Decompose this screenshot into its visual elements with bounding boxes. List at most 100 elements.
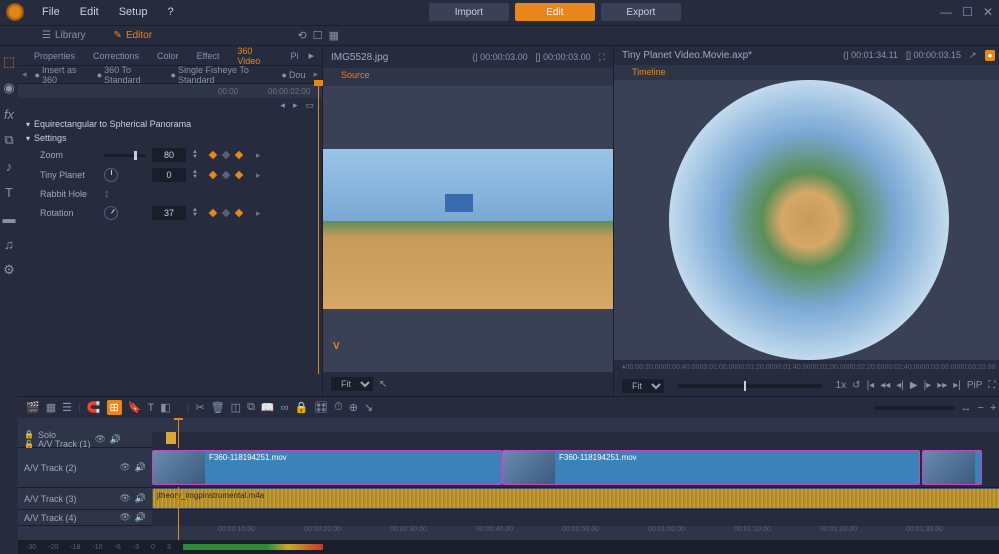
tl-clapper-icon[interactable]: 🎬: [26, 401, 40, 414]
tool-render-icon[interactable]: ▬: [0, 210, 18, 226]
sub-fisheye[interactable]: ●Single Fisheye To Standard: [167, 65, 274, 85]
kf-dot-icon[interactable]: [235, 171, 243, 179]
tl-arrow-icon[interactable]: ↘: [364, 401, 373, 414]
panel-icon[interactable]: ▦: [329, 29, 339, 42]
source-fit-select[interactable]: Fit: [331, 377, 373, 391]
tl-book-icon[interactable]: 📖: [261, 401, 275, 414]
menu-file[interactable]: File: [34, 4, 68, 20]
tl-marker-icon[interactable]: 🔖: [128, 401, 142, 414]
eye-icon[interactable]: 👁: [119, 512, 130, 523]
loop-icon[interactable]: ↺: [852, 380, 860, 391]
zoom-slider[interactable]: [104, 154, 146, 157]
tl-mini-ruler[interactable]: ♦ 00:00:20.0000:00:40.00 00:01:00.0000:0…: [614, 360, 999, 375]
fullscreen-icon[interactable]: ⛶: [988, 380, 995, 391]
kf-dot-icon[interactable]: [222, 171, 230, 179]
tl-stopwatch-icon[interactable]: ⏱: [334, 401, 343, 414]
tool-monitor-icon[interactable]: ⬚: [0, 54, 18, 70]
tool-transition-icon[interactable]: ⧉: [0, 132, 18, 148]
speed-label[interactable]: 1x: [836, 380, 847, 391]
tool-adjust-icon[interactable]: ⚙: [0, 262, 18, 278]
solo-marker[interactable]: [166, 432, 176, 444]
tinyplanet-value[interactable]: 0: [152, 168, 186, 182]
tl-shape-icon[interactable]: ◧: [160, 401, 170, 414]
kf-dot-icon[interactable]: [209, 171, 217, 179]
video-clip[interactable]: F360-118194251.mov: [152, 450, 502, 485]
video-clip[interactable]: F360-118194251.mov: [502, 450, 920, 485]
tl-copy-icon[interactable]: ⧉: [247, 401, 255, 414]
kf-dot-icon[interactable]: [222, 151, 230, 159]
tl-magnet-icon[interactable]: 🧲: [87, 401, 101, 414]
timeline-canvas[interactable]: [614, 80, 999, 360]
tl-plus-icon[interactable]: ⊕: [349, 401, 358, 414]
rotation-value[interactable]: 37: [152, 206, 186, 220]
close-icon[interactable]: ✕: [983, 5, 993, 19]
tool-fx-icon[interactable]: fx: [0, 106, 18, 122]
audio-clip[interactable]: jtheory_imgpinstrumental.m4a: [152, 488, 999, 509]
kf-dot-icon[interactable]: [235, 209, 243, 217]
tl-zoomout-icon[interactable]: −: [978, 402, 984, 414]
mode-import[interactable]: Import: [429, 3, 509, 21]
kf-dot-icon[interactable]: [222, 209, 230, 217]
tl-menu-icon[interactable]: ☰: [62, 401, 72, 414]
eye-icon[interactable]: 👁: [119, 462, 130, 473]
settings-group[interactable]: Settings: [26, 131, 314, 145]
menu-help[interactable]: ?: [159, 4, 181, 20]
tl-snap-icon[interactable]: ⊞: [107, 400, 122, 415]
lock-icon[interactable]: 🔒: [24, 430, 34, 439]
step-back-icon[interactable]: ◂◂: [880, 380, 890, 391]
tab-properties[interactable]: Properties: [26, 49, 83, 63]
tool-music-icon[interactable]: ♪: [0, 158, 18, 174]
cursor-icon[interactable]: ↖: [379, 379, 387, 390]
mode-export[interactable]: Export: [601, 3, 681, 21]
tinyplanet-dial[interactable]: [104, 168, 118, 182]
tool-audio-icon[interactable]: ♫: [0, 236, 18, 252]
source-expand-icon[interactable]: ⛶: [599, 52, 605, 63]
menu-edit[interactable]: Edit: [72, 4, 107, 20]
tool-text-icon[interactable]: T: [0, 184, 18, 200]
undock-icon[interactable]: ☐: [313, 29, 323, 42]
menu-setup[interactable]: Setup: [111, 4, 156, 20]
tl-zoomin-icon[interactable]: +: [990, 402, 996, 414]
tool-camera-icon[interactable]: ◉: [0, 80, 18, 96]
tab-effect[interactable]: Effect: [189, 49, 228, 63]
tl-lock-icon[interactable]: 🔒: [294, 401, 308, 414]
zoom-spinner[interactable]: ▲▼: [192, 150, 198, 160]
tl-fit-select[interactable]: Fit: [622, 379, 664, 393]
rotation-dial[interactable]: [101, 203, 121, 223]
preset-list-icon[interactable]: ▭: [305, 100, 314, 111]
preset-next-icon[interactable]: ▸: [293, 100, 298, 111]
kf-dot-icon[interactable]: [209, 151, 217, 159]
pin-icon[interactable]: ⟲: [298, 29, 307, 42]
kf-dot-icon[interactable]: [235, 151, 243, 159]
eye-icon[interactable]: 👁: [94, 434, 105, 445]
preset-prev-icon[interactable]: ◂: [280, 100, 285, 111]
tl-crop-icon[interactable]: ◫: [231, 401, 241, 414]
speaker-icon[interactable]: 🔊: [110, 434, 121, 445]
tl-grid-icon[interactable]: ▦: [46, 401, 56, 414]
tl-link-icon[interactable]: ∞: [281, 402, 289, 414]
sub-insert360[interactable]: ●Insert as 360: [31, 65, 89, 85]
pip-button[interactable]: PiP: [967, 380, 983, 391]
track-ruler-bottom[interactable]: 00:00:10.00 00:00:20.00 00:00:30.00 00:0…: [18, 526, 999, 540]
step-fwd-icon[interactable]: ▸▸: [937, 380, 947, 391]
effect-title[interactable]: Equirectangular to Spherical Panorama: [26, 117, 314, 131]
prev-frame-icon[interactable]: ◂|: [896, 380, 904, 391]
tinyplanet-spinner[interactable]: ▲▼: [192, 170, 198, 180]
rotation-spinner[interactable]: ▲▼: [192, 208, 198, 218]
tab-color[interactable]: Color: [149, 49, 187, 63]
kf-dot-icon[interactable]: [209, 209, 217, 217]
zoom-value[interactable]: 80: [152, 148, 186, 162]
tl-export-icon[interactable]: ↗: [969, 50, 977, 61]
play-icon[interactable]: ▶: [910, 380, 918, 391]
tl-mixer-icon[interactable]: 🎛: [314, 401, 328, 414]
speaker-icon[interactable]: 🔊: [135, 493, 146, 504]
track-ruler[interactable]: [18, 418, 999, 432]
speaker-icon[interactable]: 🔊: [135, 462, 146, 473]
tl-zoomfit-icon[interactable]: ↔: [961, 402, 972, 414]
maximize-icon[interactable]: ☐: [962, 5, 973, 19]
source-tab[interactable]: Source: [331, 68, 380, 86]
tl-trash-icon[interactable]: 🗑: [211, 401, 225, 414]
minimize-icon[interactable]: —: [940, 5, 952, 19]
kf-playhead[interactable]: [318, 84, 319, 374]
tl-text-icon[interactable]: T: [147, 402, 154, 414]
